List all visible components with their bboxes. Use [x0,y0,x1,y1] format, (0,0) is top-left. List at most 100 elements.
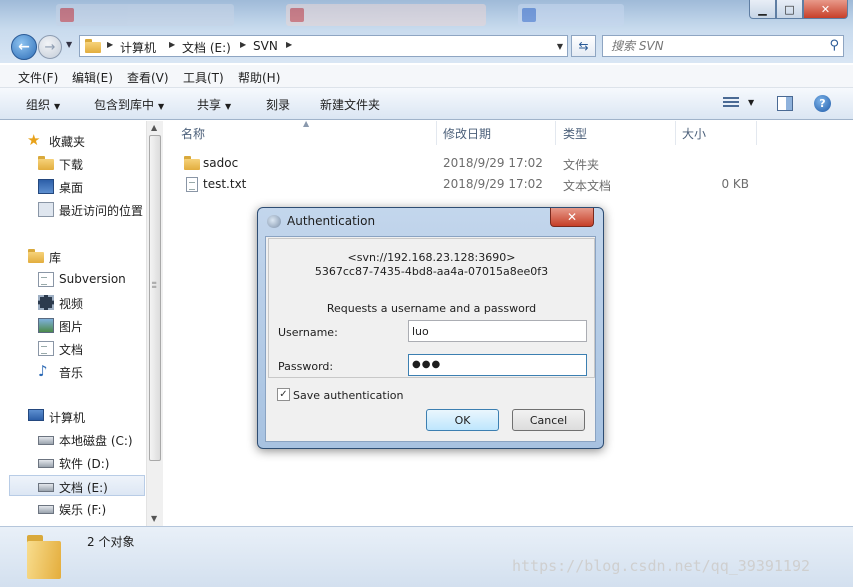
menu-help[interactable]: 帮助(H) [238,69,280,86]
include-in-library-button[interactable]: 包含到库中 ▼ [94,96,164,113]
column-header-size[interactable]: 大小 [682,125,706,142]
nav-drive-c[interactable]: 本地磁盘 (C:) [0,429,145,450]
chevron-right-icon[interactable]: ▶ [240,40,246,49]
nav-pictures[interactable]: 图片 [0,315,145,336]
save-authentication-label[interactable]: Save authentication [293,389,403,402]
library-icon [28,249,44,264]
repository-uuid: 5367cc87-7435-4bd8-aa4a-07015a8ee0f3 [314,265,549,278]
watermark: https://blog.csdn.net/qq_39391192 [512,557,811,575]
nav-label: 桌面 [59,181,84,195]
new-folder-button[interactable]: 新建文件夹 [320,96,380,113]
item-count: 2 个对象 [87,535,135,549]
share-label: 共享 [197,98,222,112]
view-dropdown[interactable]: ▼ [748,98,754,107]
chevron-down-icon: ▼ [54,102,61,111]
address-dropdown[interactable]: ▼ [557,42,563,51]
column-header-type[interactable]: 类型 [563,125,587,142]
arrow-left-icon: ← [18,39,30,55]
nav-drive-e[interactable]: 文档 (E:) [9,475,145,496]
nav-documents[interactable]: 文档 [0,338,145,359]
nav-libraries[interactable]: 库 [0,246,145,267]
breadcrumb-computer[interactable]: 计算机 [120,39,156,56]
music-icon: ♪ [38,362,48,380]
back-button[interactable]: ← [11,34,37,60]
address-bar[interactable]: ▶ 计算机 ▶ 文档 (E:) ▶ SVN ▶ ▼ [79,35,568,57]
file-row[interactable]: sadoc 2018/9/29 17:02 文件夹 [181,153,821,174]
subversion-library-icon [38,272,54,287]
nav-recent-places[interactable]: 最近访问的位置 [0,199,145,220]
breadcrumb-svn[interactable]: SVN [253,39,278,53]
nav-computer[interactable]: 计算机 [0,406,145,427]
menu-file[interactable]: 文件(F) [18,69,58,86]
nav-label: 最近访问的位置 [59,204,144,218]
organize-button[interactable]: 组织 ▼ [26,96,60,113]
scrollbar-thumb[interactable] [149,135,161,461]
refresh-icon: ⇆ [578,39,589,53]
save-authentication-checkbox[interactable]: ✓ [277,388,290,401]
forward-button[interactable]: → [38,35,62,59]
nav-desktop[interactable]: 桌面 [0,176,145,197]
file-size: 0 KB [721,177,749,191]
menu-bar: 文件(F) 编辑(E) 查看(V) 工具(T) 帮助(H) [0,65,853,88]
chevron-right-icon[interactable]: ▶ [169,40,175,49]
chevron-right-icon[interactable]: ▶ [107,40,113,49]
dialog-close-button[interactable]: ✕ [550,208,594,227]
organize-label: 组织 [26,98,51,112]
nav-label: 图片 [59,320,84,334]
nav-label: 文档 (E:) [59,481,108,495]
recent-pages-dropdown[interactable]: ▼ [66,40,72,49]
search-icon[interactable]: ⚲ [829,38,839,53]
nav-drive-f[interactable]: 娱乐 (F:) [0,498,145,519]
preview-pane-icon[interactable] [777,96,793,111]
nav-label: 收藏夹 [49,135,86,149]
cancel-button[interactable]: Cancel [512,409,585,431]
search-input[interactable] [603,36,813,56]
help-icon[interactable]: ? [814,95,831,112]
scroll-up-icon[interactable]: ▲ [151,123,157,132]
burn-button[interactable]: 刻录 [266,96,290,113]
minimize-button[interactable]: ▁ [749,0,776,19]
password-field[interactable]: ●●● [408,354,587,376]
column-header-modified[interactable]: 修改日期 [443,125,491,142]
close-button[interactable]: ✕ [803,0,848,19]
menu-edit[interactable]: 编辑(E) [72,69,113,86]
status-bar: 2 个对象 https://blog.csdn.net/qq_39391192 [0,526,853,587]
auth-message: Requests a username and a password [326,302,537,315]
chevron-down-icon: ▼ [158,102,165,111]
credentials-group: <svn://192.168.23.128:3690> 5367cc87-743… [268,238,595,378]
nav-label: 娱乐 (F:) [59,503,107,517]
ok-button[interactable]: OK [426,409,499,431]
nav-favorites[interactable]: ★ 收藏夹 [0,130,145,151]
search-box[interactable]: ⚲ [602,35,844,57]
repository-url: <svn://192.168.23.128:3690> [347,251,516,264]
background-window-tab [56,4,234,26]
menu-tools[interactable]: 工具(T) [183,69,224,86]
menu-view[interactable]: 查看(V) [127,69,169,86]
file-row[interactable]: test.txt 2018/9/29 17:02 文本文档 0 KB [181,174,821,195]
nav-videos[interactable]: 视频 [0,292,145,313]
username-label: Username: [278,326,338,339]
navigation-scrollbar[interactable]: ▲ ═ ═ ▼ [146,121,163,526]
nav-subversion[interactable]: Subversion [0,269,145,290]
file-type: 文本文档 [563,179,612,193]
authentication-dialog: Authentication ✕ <svn://192.168.23.128:3… [257,207,604,449]
folder-icon [184,156,200,170]
nav-music[interactable]: ♪ 音乐 [0,361,145,382]
scroll-down-icon[interactable]: ▼ [151,514,157,523]
chevron-right-icon[interactable]: ▶ [286,40,292,49]
dialog-body: <svn://192.168.23.128:3690> 5367cc87-743… [265,236,596,442]
drive-icon [38,459,54,468]
refresh-button[interactable]: ⇆ [571,35,596,57]
nav-drive-d[interactable]: 软件 (D:) [0,452,145,473]
username-field[interactable]: luo [408,320,587,342]
share-button[interactable]: 共享 ▼ [197,96,231,113]
drive-icon [38,505,54,514]
nav-downloads[interactable]: 下载 [0,153,145,174]
folder-icon [27,535,67,579]
view-options-icon[interactable] [723,97,739,109]
maximize-button[interactable]: □ [776,0,803,19]
breadcrumb-drive-e[interactable]: 文档 (E:) [182,39,231,56]
recent-places-icon [38,202,54,217]
column-header-name[interactable]: 名称 [181,125,205,142]
desktop-icon [38,179,54,194]
